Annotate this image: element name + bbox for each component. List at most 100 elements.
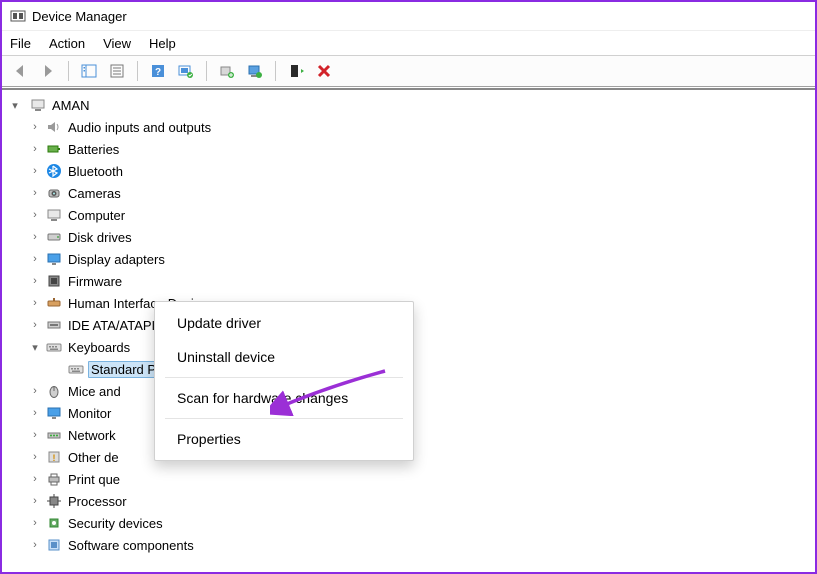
tree-item-label: Disk drives <box>66 230 134 245</box>
menu-help[interactable]: Help <box>149 36 176 51</box>
show-hide-tree-button[interactable] <box>77 59 101 83</box>
expand-icon[interactable]: › <box>28 231 42 243</box>
tree-item-batteries[interactable]: › Batteries <box>8 138 809 160</box>
tree-item-label: Cameras <box>66 186 123 201</box>
keyboard-icon <box>46 339 62 355</box>
tree-item-label: Bluetooth <box>66 164 125 179</box>
tree-root[interactable]: ▾ AMAN <box>8 94 809 116</box>
camera-icon <box>46 185 62 201</box>
expand-icon[interactable]: › <box>28 539 42 551</box>
tree-item-security-devices[interactable]: › Security devices <box>8 512 809 534</box>
battery-icon <box>46 141 62 157</box>
disable-device-button[interactable] <box>312 59 336 83</box>
titlebar: Device Manager <box>2 2 815 30</box>
expand-icon[interactable]: › <box>28 209 42 221</box>
tree-item-label: Network <box>66 428 118 443</box>
menu-file[interactable]: File <box>10 36 31 51</box>
bluetooth-icon <box>46 163 62 179</box>
cpu-icon <box>46 493 62 509</box>
tree-item-computer[interactable]: › Computer <box>8 204 809 226</box>
expand-icon[interactable]: › <box>28 253 42 265</box>
expand-icon[interactable]: › <box>28 319 42 331</box>
expand-icon[interactable]: › <box>28 121 42 133</box>
tree-item-software-components[interactable]: › Software components <box>8 534 809 556</box>
printer-icon <box>46 471 62 487</box>
expand-icon[interactable]: › <box>28 165 42 177</box>
window-title: Device Manager <box>32 9 127 24</box>
other-icon: ! <box>46 449 62 465</box>
enable-device-button[interactable] <box>284 59 308 83</box>
computer-icon <box>30 97 46 113</box>
expand-icon[interactable]: › <box>28 187 42 199</box>
context-menu: Update driver Uninstall device Scan for … <box>154 301 414 461</box>
display-icon <box>46 251 62 267</box>
menu-action[interactable]: Action <box>49 36 85 51</box>
tree-item-label: Audio inputs and outputs <box>66 120 213 135</box>
svg-text:!: ! <box>53 453 56 463</box>
tree-item-label: Mice and <box>66 384 123 399</box>
tree-item-label: Batteries <box>66 142 121 157</box>
ctx-update-driver[interactable]: Update driver <box>155 306 413 340</box>
expand-icon[interactable]: › <box>28 495 42 507</box>
firmware-icon <box>46 273 62 289</box>
tree-item-label: Display adapters <box>66 252 167 267</box>
keyboard-icon <box>68 361 84 377</box>
ctx-scan-hardware[interactable]: Scan for hardware changes <box>155 381 413 415</box>
collapse-icon[interactable]: ▾ <box>8 99 22 112</box>
tree-item-firmware[interactable]: › Firmware <box>8 270 809 292</box>
tree-item-disk-drives[interactable]: › Disk drives <box>8 226 809 248</box>
tree-item-cameras[interactable]: › Cameras <box>8 182 809 204</box>
scan-hardware-button[interactable] <box>174 59 198 83</box>
expand-icon[interactable]: › <box>28 385 42 397</box>
tree-item-label: Software components <box>66 538 196 553</box>
expand-icon[interactable]: › <box>28 275 42 287</box>
tree-item-label: Print que <box>66 472 122 487</box>
ctx-properties[interactable]: Properties <box>155 422 413 456</box>
software-icon <box>46 537 62 553</box>
monitor-icon <box>46 405 62 421</box>
tree-item-label: Keyboards <box>66 340 132 355</box>
ctx-separator <box>165 418 403 419</box>
ctx-separator <box>165 377 403 378</box>
menubar: File Action View Help <box>2 30 815 55</box>
tree-item-label: Processor <box>66 494 129 509</box>
ide-icon <box>46 317 62 333</box>
tree-item-label: Firmware <box>66 274 124 289</box>
computer-icon <box>46 207 62 223</box>
expand-icon[interactable]: › <box>28 297 42 309</box>
menu-view[interactable]: View <box>103 36 131 51</box>
device-manager-window: Device Manager File Action View Help ? ▾ <box>0 0 817 574</box>
expand-icon[interactable]: › <box>28 451 42 463</box>
forward-button[interactable] <box>36 59 60 83</box>
help-button[interactable]: ? <box>146 59 170 83</box>
toolbar: ? <box>2 55 815 87</box>
update-driver-button[interactable] <box>215 59 239 83</box>
back-button[interactable] <box>8 59 32 83</box>
expand-icon[interactable]: › <box>28 143 42 155</box>
expand-icon[interactable]: › <box>28 429 42 441</box>
tree-item-processor[interactable]: › Processor <box>8 490 809 512</box>
tree-item-audio-inputs-and-outputs[interactable]: › Audio inputs and outputs <box>8 116 809 138</box>
tree-item-print-que[interactable]: › Print que <box>8 468 809 490</box>
expand-icon[interactable]: › <box>28 473 42 485</box>
expand-icon[interactable]: › <box>28 517 42 529</box>
disk-icon <box>46 229 62 245</box>
tree-item-label: Computer <box>66 208 127 223</box>
tree-item-label: Security devices <box>66 516 165 531</box>
network-icon <box>46 427 62 443</box>
speaker-icon <box>46 119 62 135</box>
tree-item-bluetooth[interactable]: › Bluetooth <box>8 160 809 182</box>
expand-icon[interactable]: › <box>28 407 42 419</box>
svg-text:?: ? <box>155 67 161 78</box>
ctx-uninstall-device[interactable]: Uninstall device <box>155 340 413 374</box>
tree-item-label: Other de <box>66 450 121 465</box>
tree-item-label: Monitor <box>66 406 113 421</box>
uninstall-device-button[interactable] <box>243 59 267 83</box>
app-icon <box>10 8 26 24</box>
collapse-icon[interactable]: ▾ <box>28 341 42 354</box>
mouse-icon <box>46 383 62 399</box>
properties-button[interactable] <box>105 59 129 83</box>
hid-icon <box>46 295 62 311</box>
tree-item-display-adapters[interactable]: › Display adapters <box>8 248 809 270</box>
security-icon <box>46 515 62 531</box>
